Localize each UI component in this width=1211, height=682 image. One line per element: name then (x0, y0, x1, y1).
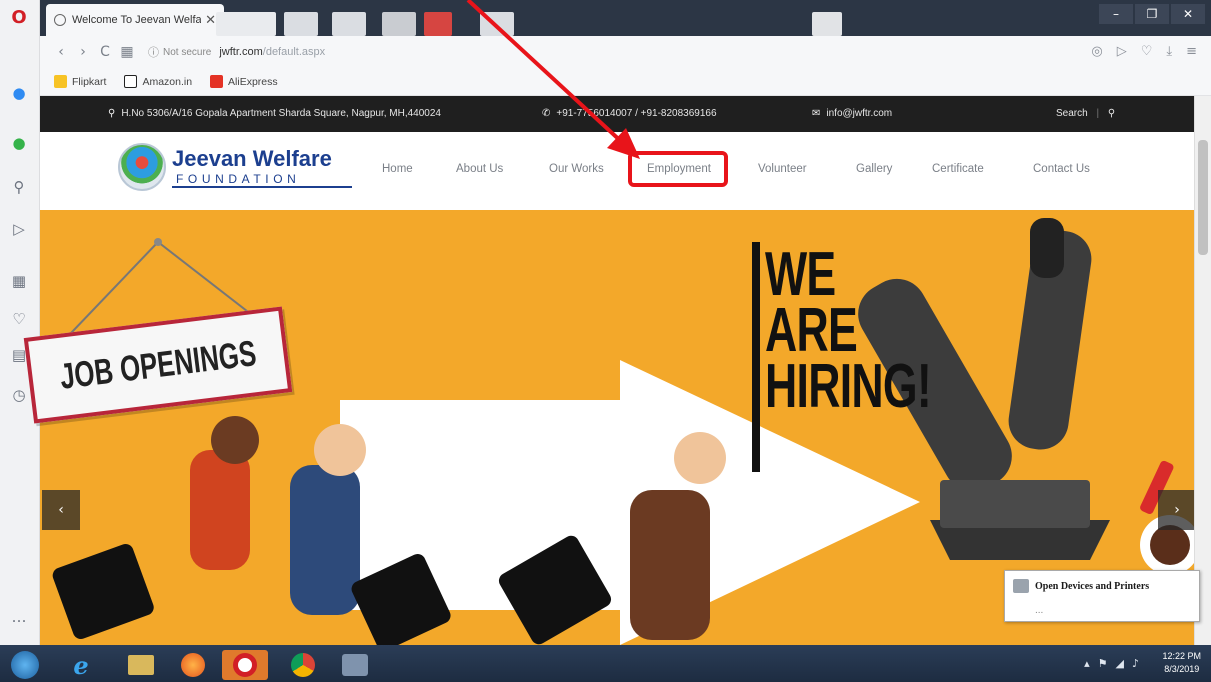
opera-glyph (233, 653, 257, 677)
system-tray: ▴ ⚑ ◢ ♪ (1084, 657, 1139, 670)
tooltip-detail: ... (1035, 605, 1044, 616)
folder-glyph (128, 655, 154, 675)
file-explorer-icon[interactable] (118, 650, 164, 680)
chrome-icon[interactable] (280, 650, 326, 680)
volume-icon[interactable]: ♪ (1132, 657, 1139, 670)
firefox-glyph (181, 653, 205, 677)
clock-date: 8/3/2019 (1164, 664, 1200, 674)
chrome-glyph (291, 653, 315, 677)
firefox-icon[interactable] (170, 650, 216, 680)
tooltip-title: Open Devices and Printers (1035, 581, 1150, 592)
windows-logo-icon (11, 651, 39, 679)
control-panel-icon[interactable] (332, 650, 378, 680)
taskbar-clock[interactable]: 12:22 PM 8/3/2019 (1162, 650, 1201, 676)
ie-glyph: e (73, 650, 89, 680)
start-button[interactable] (6, 650, 44, 680)
network-icon[interactable]: ◢ (1116, 657, 1124, 670)
action-center-icon[interactable]: ⚑ (1098, 657, 1108, 670)
ie-icon[interactable]: e (58, 650, 104, 680)
printer-icon (1013, 579, 1029, 593)
show-hidden-icons-icon[interactable]: ▴ (1084, 657, 1090, 670)
control-panel-glyph (342, 654, 368, 676)
clock-time: 12:22 PM (1162, 651, 1201, 661)
arrow-line (466, 0, 627, 147)
opera-icon[interactable] (222, 650, 268, 680)
tray-tooltip: Open Devices and Printers ... (1004, 570, 1200, 622)
